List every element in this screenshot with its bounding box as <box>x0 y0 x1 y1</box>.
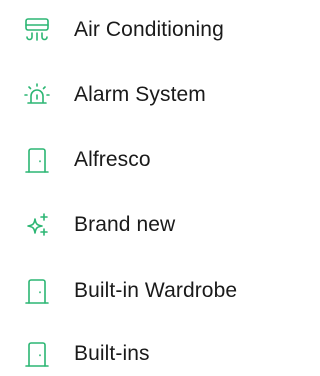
feature-label: Air Conditioning <box>74 18 224 41</box>
feature-label: Built-in Wardrobe <box>74 279 238 302</box>
sparkles-icon <box>23 211 51 239</box>
door-icon <box>23 277 51 305</box>
alarm-siren-icon <box>23 81 51 109</box>
feature-label: Built-ins <box>74 342 150 365</box>
property-features-list: Air Conditioning Alarm System Alfresco B… <box>0 0 291 376</box>
feature-item-air-conditioning: Air Conditioning <box>0 10 291 50</box>
door-icon <box>23 340 51 368</box>
feature-label: Alfresco <box>74 148 151 171</box>
feature-label: Alarm System <box>74 83 206 106</box>
feature-item-built-ins: Built-ins <box>0 334 291 374</box>
feature-label: Brand new <box>74 213 176 236</box>
feature-item-alarm-system: Alarm System <box>0 75 291 115</box>
door-icon <box>23 146 51 174</box>
feature-item-built-in-wardrobe: Built-in Wardrobe <box>0 271 291 311</box>
air-conditioner-icon <box>23 16 51 44</box>
feature-item-brand-new: Brand new <box>0 205 291 245</box>
feature-item-alfresco: Alfresco <box>0 140 291 180</box>
